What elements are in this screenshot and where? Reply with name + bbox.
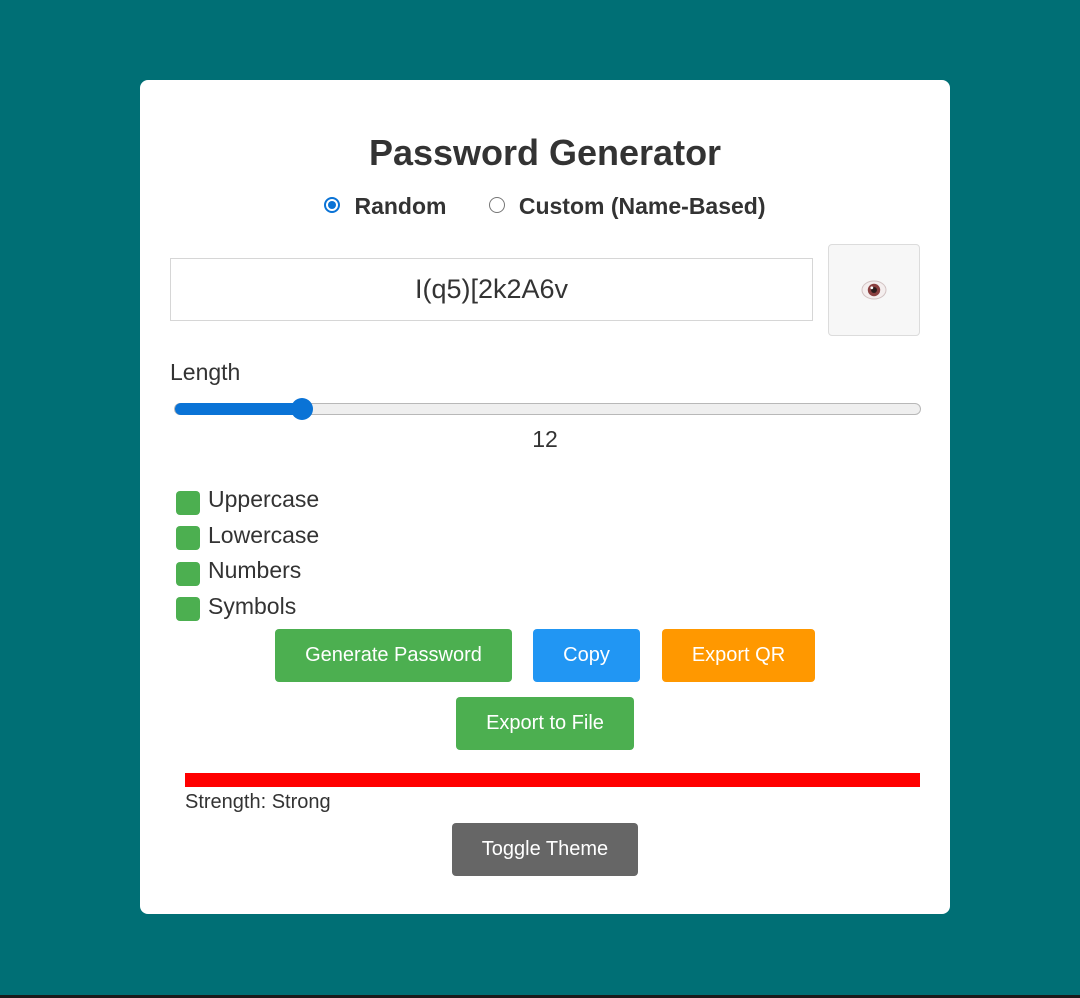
toggle-theme-button[interactable]: Toggle Theme <box>452 823 638 876</box>
strength-meter <box>185 773 920 787</box>
option-numbers[interactable]: Numbers <box>176 553 319 589</box>
length-label: Length <box>170 359 241 385</box>
option-uppercase[interactable]: Uppercase <box>176 482 319 518</box>
radio-custom[interactable] <box>488 196 505 213</box>
strength-meter-fill <box>185 773 920 787</box>
mode-custom[interactable]: Custom (Name-Based) <box>488 193 766 220</box>
export-qr-button[interactable]: Export QR <box>662 629 815 682</box>
checkbox-numbers[interactable] <box>176 561 200 586</box>
mode-selector: Random Custom (Name-Based) <box>140 193 950 221</box>
toggle-visibility-button[interactable] <box>828 244 920 336</box>
mode-random-label: Random <box>354 193 447 219</box>
eye-icon <box>861 280 887 300</box>
export-to-file-button[interactable]: Export to File <box>456 697 634 750</box>
option-lowercase[interactable]: Lowercase <box>176 518 319 554</box>
checkbox-symbols[interactable] <box>176 597 200 622</box>
option-numbers-label: Numbers <box>208 557 302 584</box>
option-symbols-label: Symbols <box>208 592 297 619</box>
option-symbols[interactable]: Symbols <box>176 589 319 625</box>
strength-label: Strength: Strong <box>185 791 331 813</box>
length-slider[interactable] <box>174 398 921 420</box>
length-value: 12 <box>532 426 558 452</box>
copy-button[interactable]: Copy <box>533 629 640 682</box>
mode-custom-label: Custom (Name-Based) <box>518 193 766 219</box>
radio-random[interactable] <box>324 196 341 213</box>
password-output-field[interactable] <box>170 258 813 321</box>
generate-password-button[interactable]: Generate Password <box>275 629 512 682</box>
password-generator-card: Password Generator Random Custom (Name-B… <box>140 80 950 914</box>
checkbox-uppercase[interactable] <box>176 490 200 515</box>
option-lowercase-label: Lowercase <box>208 521 320 548</box>
checkbox-lowercase[interactable] <box>176 526 200 551</box>
page-title: Password Generator <box>368 132 722 173</box>
character-options: Uppercase Lowercase Numbers Symbols <box>176 482 319 624</box>
option-uppercase-label: Uppercase <box>208 486 320 513</box>
length-slider-fill <box>175 403 302 415</box>
length-slider-thumb[interactable] <box>290 398 313 420</box>
mode-random[interactable]: Random <box>324 193 446 220</box>
